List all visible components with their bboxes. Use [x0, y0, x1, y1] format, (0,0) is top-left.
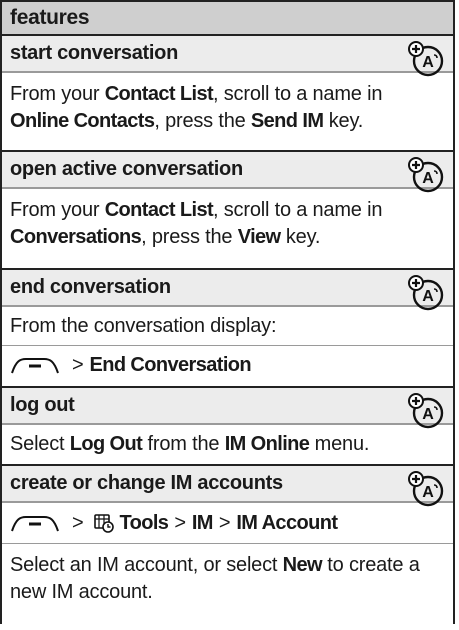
section-title-text: end conversation — [10, 276, 171, 298]
body-text-run: key. — [280, 226, 321, 248]
path-item: Tools — [119, 511, 169, 534]
section-body-text: From your Contact List, scroll to a name… — [10, 83, 382, 132]
svg-text:A: A — [422, 170, 434, 187]
body-text-run: from the — [142, 432, 225, 455]
menu-key-icon — [11, 358, 59, 374]
emphasized-term: Send IM — [250, 110, 324, 132]
menu-key-icon — [11, 516, 59, 532]
section-log-out: log out A Select Log Out from the IM Onl… — [2, 388, 453, 466]
section-title-text: start conversation — [10, 42, 178, 64]
svg-text:A: A — [422, 54, 434, 71]
path-separator: > — [174, 511, 186, 534]
body-text-run: menu. — [309, 432, 370, 455]
section-body: Select an IM account, or select New to c… — [2, 543, 453, 606]
section-body: From the conversation display: — [2, 306, 453, 345]
body-text-run: key. — [323, 110, 364, 132]
body-text-run: , press the — [154, 110, 251, 132]
section-title: start conversation — [2, 36, 453, 72]
emphasized-term: Conversations — [10, 226, 142, 248]
body-text-run: Select — [10, 432, 70, 455]
emphasized-term: Online Contacts — [10, 110, 155, 132]
table-header: features — [2, 0, 453, 36]
body-text-run: Select an IM account, or select — [10, 554, 283, 576]
path-item: End Conversation — [89, 353, 252, 376]
menu-path: > Tools > IM > IM Account — [2, 502, 453, 543]
path-item: IM — [191, 511, 214, 534]
body-text-run: , scroll to a name in — [213, 199, 383, 221]
body-text-run: , scroll to a name in — [213, 83, 383, 105]
path-separator: > — [218, 511, 231, 534]
section-open-active-conversation: open active conversation A From your Con… — [2, 152, 453, 270]
section-title: end conversation — [2, 270, 453, 306]
emphasized-term: New — [282, 554, 323, 576]
emphasized-term: Contact List — [104, 83, 214, 105]
section-body: From your Contact List, scroll to a name… — [2, 72, 453, 141]
body-text-run: From your — [10, 83, 105, 105]
emphasized-term: IM Online — [224, 432, 310, 455]
section-body-text: Select Log Out from the IM Online menu. — [10, 431, 369, 458]
svg-text:A: A — [422, 288, 434, 305]
body-text-run: From your — [10, 199, 105, 221]
network-feature-icon: A — [408, 157, 444, 193]
network-feature-icon: A — [408, 471, 444, 507]
section-body-text: Select an IM account, or select New to c… — [10, 554, 420, 603]
section-body: From your Contact List, scroll to a name… — [2, 188, 453, 257]
section-start-conversation: start conversation A From your Contact L… — [2, 36, 453, 152]
section-body-text: From your Contact List, scroll to a name… — [10, 199, 382, 248]
features-table: features start conversation A From your … — [0, 0, 455, 624]
svg-text:A: A — [422, 484, 434, 501]
tools-icon — [94, 514, 115, 533]
network-feature-icon: A — [408, 275, 444, 311]
section-title: create or change IM accounts — [2, 466, 453, 502]
section-body: Select Log Out from the IM Online menu. — [2, 424, 453, 463]
path-separator: > — [72, 511, 84, 534]
section-title: log out — [2, 388, 453, 424]
section-body-text: From the conversation display: — [10, 314, 277, 337]
menu-path: > End Conversation — [2, 345, 453, 384]
path-item: IM Account — [236, 511, 338, 534]
network-feature-icon: A — [408, 393, 444, 429]
emphasized-term: Contact List — [104, 199, 214, 221]
section-title-text: create or change IM accounts — [10, 472, 283, 494]
path-separator: > — [72, 353, 84, 376]
emphasized-term: View — [237, 226, 281, 248]
section-title-text: log out — [10, 394, 75, 416]
network-feature-icon: A — [408, 41, 444, 77]
svg-text:A: A — [422, 406, 434, 423]
section-title: open active conversation — [2, 152, 453, 188]
table-header-title: features — [10, 6, 90, 29]
section-create-or-change-im-accounts: create or change IM accounts A > Tools > — [2, 466, 453, 630]
section-title-text: open active conversation — [10, 158, 243, 180]
body-text-run: , press the — [141, 226, 238, 248]
emphasized-term: Log Out — [69, 432, 143, 455]
section-end-conversation: end conversation A From the conversation… — [2, 270, 453, 388]
